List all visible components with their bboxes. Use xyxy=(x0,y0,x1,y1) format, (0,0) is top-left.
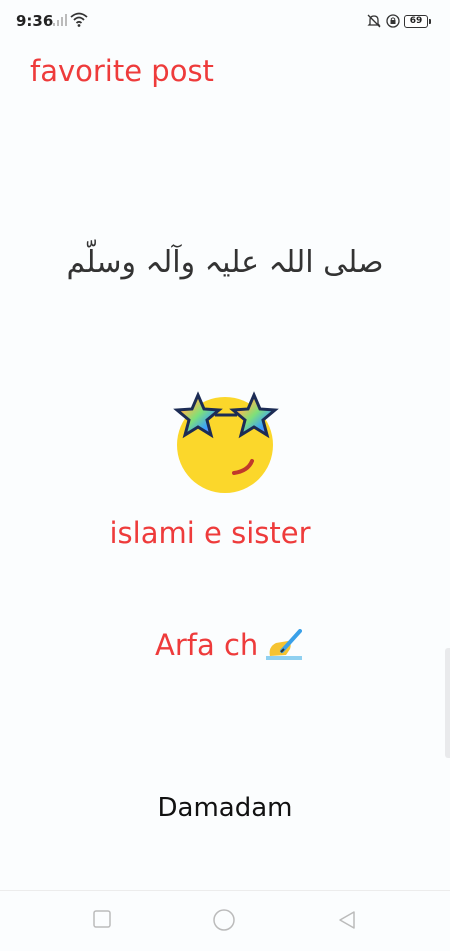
edge-panel-handle[interactable] xyxy=(445,648,450,758)
app-footer-label: Damadam xyxy=(157,793,293,823)
battery-indicator: 69 xyxy=(404,15,431,28)
post-line-2: Arfa ch xyxy=(155,628,303,662)
recents-button-icon[interactable] xyxy=(93,910,111,928)
page-title: favorite post xyxy=(30,54,214,88)
post-line-1: islami e sister xyxy=(109,516,311,550)
signal-icon xyxy=(53,14,67,26)
back-button-icon[interactable] xyxy=(337,910,357,930)
post-line-2-text: Arfa ch xyxy=(155,628,259,662)
status-time: 9:36 xyxy=(16,12,54,30)
lock-rotation-icon xyxy=(386,14,400,28)
star-glasses-emoji-icon xyxy=(173,391,279,493)
wifi-icon xyxy=(70,12,88,27)
writing-hand-icon xyxy=(266,629,303,660)
arabic-text: صلى اللہ علیہ وآلہ وسلّم xyxy=(66,245,384,280)
home-button-icon[interactable] xyxy=(213,909,235,931)
status-bar: 9:36 69 xyxy=(0,0,450,44)
bell-off-icon xyxy=(367,14,381,28)
navigation-bar xyxy=(0,890,450,951)
